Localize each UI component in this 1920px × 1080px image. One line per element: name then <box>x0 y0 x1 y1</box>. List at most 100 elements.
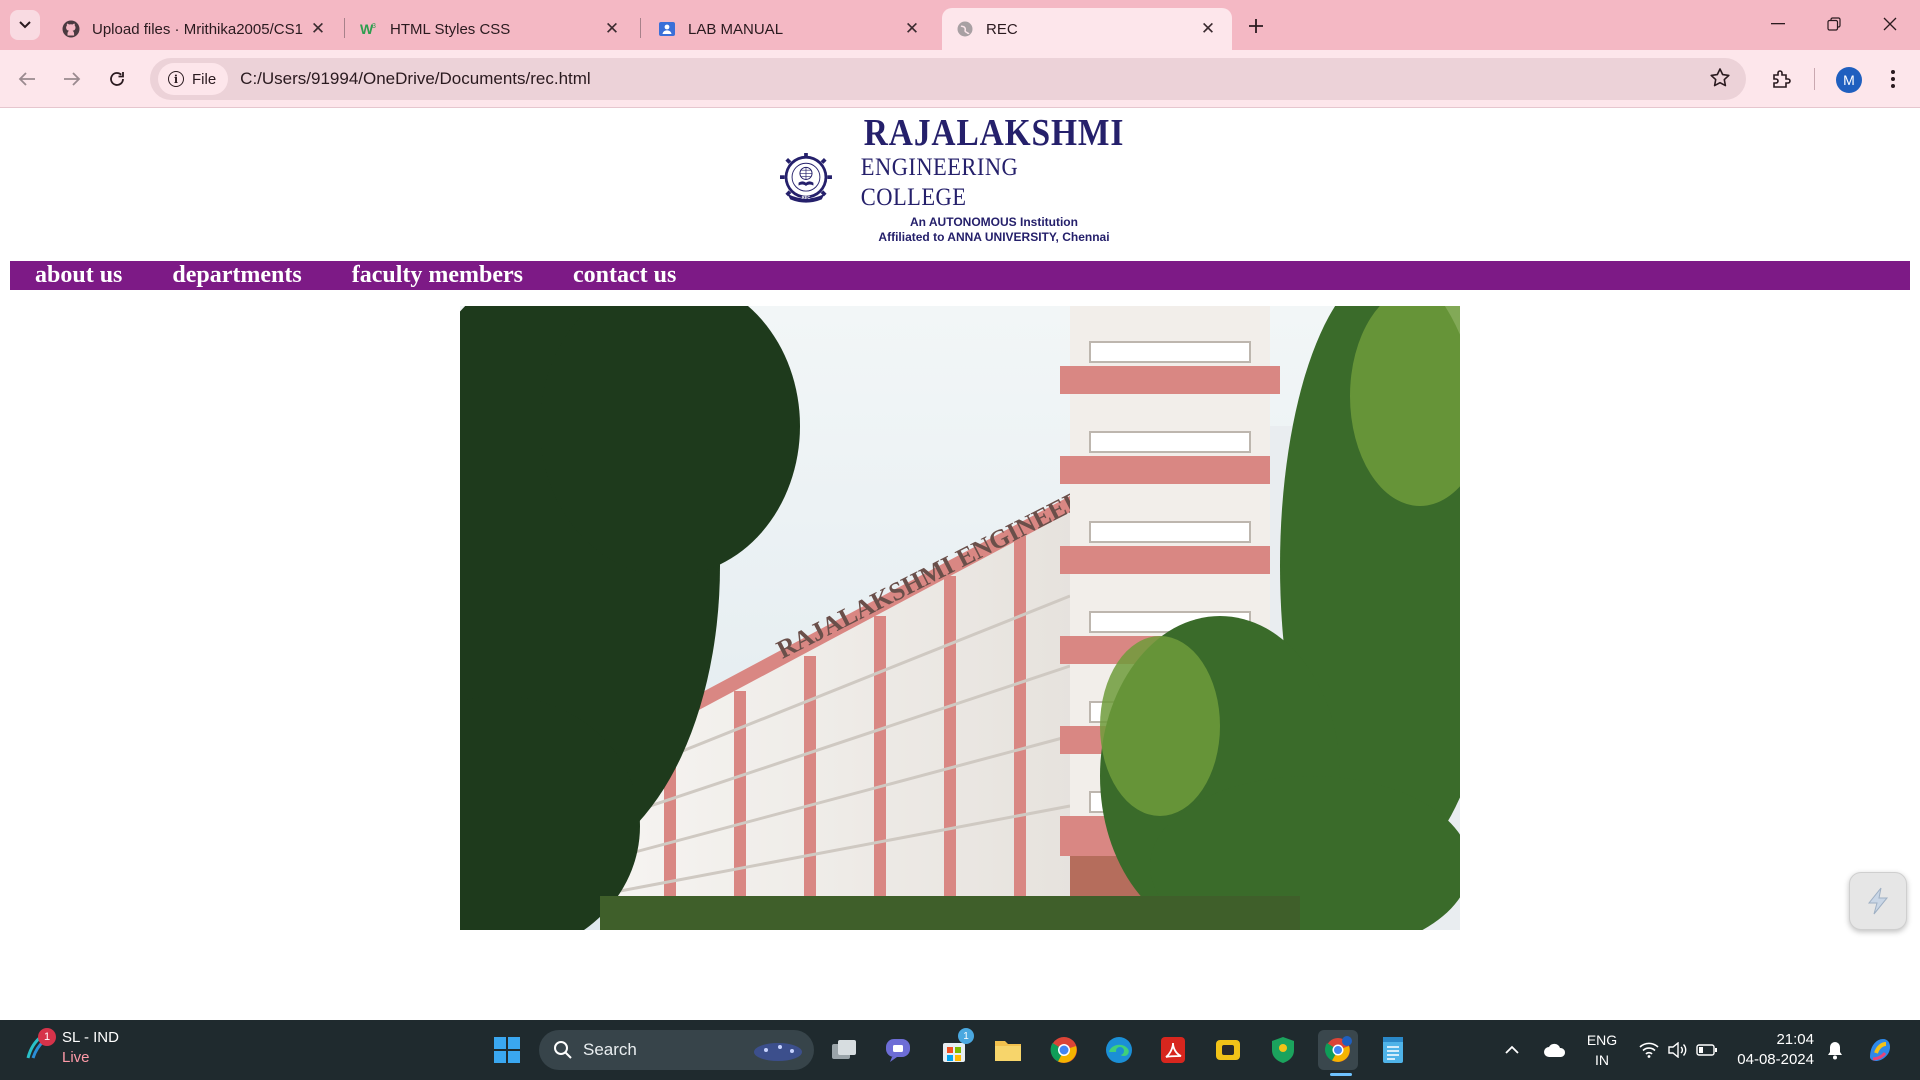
close-icon <box>1883 17 1897 31</box>
nav-link-contact-us[interactable]: contact us <box>573 261 676 290</box>
logo-line-subtitle: ENGINEERING COLLEGE <box>860 154 1019 211</box>
shield-icon <box>1272 1037 1294 1063</box>
notifications-button[interactable] <box>1822 1030 1848 1070</box>
forward-button[interactable] <box>55 62 89 96</box>
chrome-icon <box>1050 1037 1077 1063</box>
system-clock[interactable]: 21:04 04-08-2024 <box>1734 1030 1814 1070</box>
chrome-profile-button[interactable] <box>1318 1030 1358 1070</box>
logo-line-autonomous: An AUTONOMOUS Institution <box>909 215 1078 229</box>
task-view-icon <box>832 1040 856 1059</box>
arrow-left-icon <box>18 72 35 86</box>
back-button[interactable] <box>10 62 44 96</box>
address-bar[interactable]: i File C:/Users/91994/OneDrive/Documents… <box>150 58 1746 100</box>
taskbar-search[interactable]: Search <box>539 1030 814 1070</box>
menu-button[interactable] <box>1876 62 1910 96</box>
search-placeholder: Search <box>583 1040 637 1059</box>
chevron-up-icon <box>1505 1045 1519 1054</box>
tab-title: REC <box>986 20 1018 38</box>
tab-search-button[interactable] <box>10 10 40 40</box>
github-icon <box>62 20 80 38</box>
search-highlight-icon <box>754 1043 802 1061</box>
tab-rec[interactable]: REC ✕ <box>942 8 1232 50</box>
file-explorer-button[interactable] <box>988 1030 1028 1070</box>
bookmark-star-icon[interactable] <box>1708 66 1732 95</box>
copilot-button[interactable] <box>1862 1030 1898 1070</box>
tab-title: Upload files · Mrithika2005/CS1 <box>92 20 303 38</box>
site-info-label: File <box>192 70 217 88</box>
notepad-button[interactable] <box>1373 1030 1413 1070</box>
reload-button[interactable] <box>100 62 134 96</box>
language-region: IN <box>1595 1052 1609 1068</box>
logo-line-affiliation: Affiliated to ANNA UNIVERSITY, Chennai <box>878 230 1110 244</box>
edge-button[interactable] <box>1099 1030 1139 1070</box>
floating-assistant-button[interactable] <box>1849 872 1907 930</box>
reload-icon <box>110 72 124 86</box>
college-seal-icon: REC <box>780 153 832 203</box>
chevron-down-icon <box>19 21 31 29</box>
close-icon[interactable]: ✕ <box>602 19 622 39</box>
site-navbar: about us departments faculty members con… <box>10 261 1910 290</box>
wifi-status[interactable] <box>1636 1030 1662 1070</box>
close-icon[interactable]: ✕ <box>308 19 328 39</box>
site-info-chip[interactable]: i File <box>158 63 229 95</box>
tab-divider <box>640 18 641 38</box>
language-indicator[interactable]: ENG IN <box>1583 1030 1621 1070</box>
restore-button[interactable] <box>1806 0 1862 48</box>
task-view-button[interactable] <box>824 1030 864 1070</box>
app-button-green[interactable] <box>1263 1030 1303 1070</box>
new-tab-button[interactable] <box>1242 12 1270 40</box>
microsoft-store-button[interactable]: 1 <box>934 1028 974 1070</box>
nav-link-faculty-members[interactable]: faculty members <box>352 261 523 290</box>
weather-status: Live <box>62 1049 90 1066</box>
cloud-icon <box>1544 1043 1566 1057</box>
svg-text:3: 3 <box>372 23 376 30</box>
app-button-yellow[interactable] <box>1208 1030 1248 1070</box>
volume-status[interactable] <box>1664 1030 1690 1070</box>
cricket-live-icon: 1 <box>22 1028 56 1064</box>
url-text[interactable]: C:/Users/91994/OneDrive/Documents/rec.ht… <box>240 69 591 89</box>
college-logo[interactable]: REC RAJALAKSHMI ENGINEERING COLLEGE An A… <box>780 113 1142 244</box>
language-code: ENG <box>1586 1032 1618 1048</box>
extensions-button[interactable] <box>1764 62 1798 96</box>
close-icon[interactable]: ✕ <box>902 19 922 39</box>
close-icon[interactable]: ✕ <box>1198 19 1218 39</box>
minimize-icon <box>1771 23 1785 25</box>
weather-widget[interactable]: 1 SL - IND Live <box>22 1028 119 1068</box>
campus-building-photo: RAJALAKSHMI ENGINEERING COLLEGE <box>460 306 1460 930</box>
browser-tab-bar: Upload files · Mrithika2005/CS1 ✕ W3 HTM… <box>0 0 1920 50</box>
battery-status[interactable] <box>1694 1030 1720 1070</box>
search-icon <box>554 1041 572 1059</box>
minimize-button[interactable] <box>1750 0 1806 48</box>
restore-icon <box>1827 17 1841 31</box>
tab-html-styles[interactable]: W3 HTML Styles CSS ✕ <box>346 8 636 50</box>
teams-chat-button[interactable] <box>878 1030 918 1070</box>
store-badge: 1 <box>958 1028 974 1044</box>
profile-avatar[interactable]: M <box>1836 67 1862 93</box>
more-vert-icon <box>1891 70 1895 88</box>
copilot-icon <box>1870 1039 1890 1061</box>
tab-upload-files[interactable]: Upload files · Mrithika2005/CS1 ✕ <box>48 8 342 50</box>
nav-link-about-us[interactable]: about us <box>35 261 122 290</box>
tab-lab-manual[interactable]: LAB MANUAL ✕ <box>644 8 936 50</box>
onedrive-button[interactable] <box>1540 1030 1570 1070</box>
clock-date: 04-08-2024 <box>1737 1051 1814 1068</box>
tab-title: HTML Styles CSS <box>390 20 511 38</box>
windows-logo-icon <box>494 1037 520 1063</box>
notepad-icon <box>1383 1037 1403 1063</box>
show-hidden-icons-button[interactable] <box>1500 1030 1524 1070</box>
arrow-right-icon <box>64 72 81 86</box>
plus-icon <box>1249 19 1263 33</box>
logo-line-name: RAJALAKSHMI <box>863 112 1125 154</box>
acrobat-button[interactable] <box>1153 1030 1193 1070</box>
close-window-button[interactable] <box>1862 0 1918 48</box>
edge-icon <box>1106 1037 1132 1063</box>
chrome-button[interactable] <box>1044 1030 1084 1070</box>
svg-text:REC: REC <box>802 195 811 200</box>
w3schools-icon: W3 <box>360 20 378 38</box>
nav-link-departments[interactable]: departments <box>172 261 301 290</box>
bell-icon <box>1828 1042 1842 1060</box>
college-name: RAJALAKSHMI ENGINEERING COLLEGE An AUTON… <box>846 113 1142 245</box>
browser-toolbar: i File C:/Users/91994/OneDrive/Documents… <box>0 50 1920 108</box>
battery-icon <box>1696 1044 1717 1056</box>
start-button[interactable] <box>487 1030 527 1070</box>
